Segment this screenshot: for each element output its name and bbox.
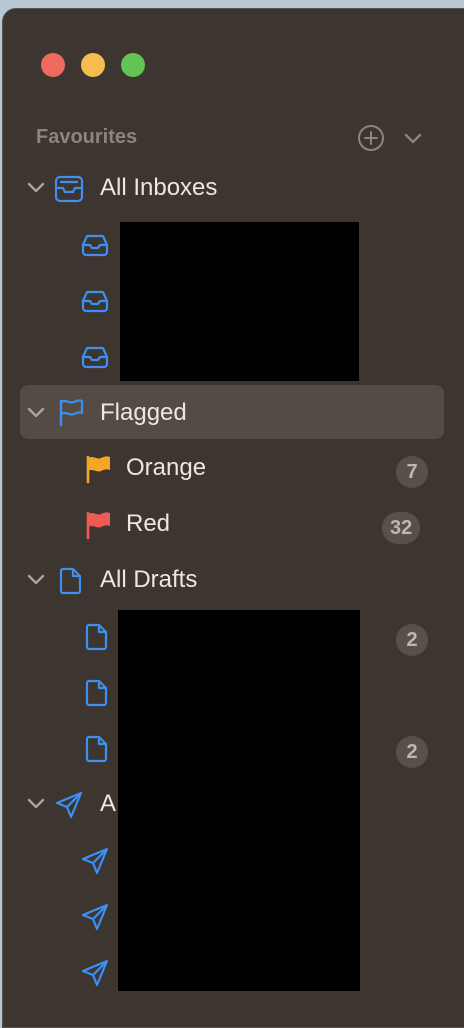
sidebar-item-label: A — [100, 790, 117, 817]
tray-icon — [81, 234, 109, 257]
zoom-window-button[interactable] — [121, 53, 145, 77]
paper-plane-icon — [81, 959, 109, 987]
sidebar-item-orange-flag[interactable]: Orange 7 — [0, 442, 464, 494]
tray-icon — [81, 346, 109, 369]
paper-plane-icon — [81, 847, 109, 875]
tray-icon — [81, 290, 109, 313]
chevron-down-icon[interactable] — [26, 796, 46, 812]
chevron-down-icon[interactable] — [26, 180, 46, 196]
document-icon — [85, 735, 108, 763]
add-favourite-icon[interactable] — [357, 124, 385, 152]
draft-count-badge: 2 — [396, 736, 428, 768]
document-icon — [59, 567, 82, 595]
unread-count-badge: 7 — [396, 456, 428, 488]
tray-icon — [54, 175, 84, 203]
sidebar-item-label: All Drafts — [100, 566, 198, 593]
sidebar-item-flagged[interactable]: Flagged — [0, 385, 464, 439]
draft-count-badge: 2 — [396, 624, 428, 656]
sidebar-item-label: Flagged — [100, 399, 187, 426]
chevron-down-icon[interactable] — [26, 405, 46, 421]
paper-plane-icon — [55, 791, 83, 819]
red-flag-icon — [86, 511, 110, 540]
sidebar-item-all-drafts[interactable]: All Drafts — [0, 554, 464, 606]
sidebar-item-label: All Inboxes — [100, 174, 218, 201]
sidebar-item-label: Orange — [126, 454, 207, 481]
paper-plane-icon — [81, 903, 109, 931]
orange-flag-icon — [86, 455, 110, 484]
collapse-section-chevron-icon[interactable] — [402, 128, 424, 150]
sidebar-item-all-inboxes[interactable]: All Inboxes — [0, 162, 464, 214]
redacted-account-names — [120, 222, 359, 381]
flag-outline-icon — [59, 399, 84, 427]
close-window-button[interactable] — [41, 53, 65, 77]
unread-count-badge: 32 — [382, 512, 421, 544]
minimize-window-button[interactable] — [81, 53, 105, 77]
sidebar-item-red-flag[interactable]: Red 32 — [0, 498, 464, 550]
chevron-down-icon[interactable] — [26, 572, 46, 588]
redacted-account-names — [118, 610, 360, 991]
document-icon — [85, 623, 108, 651]
sidebar-item-label: Red — [126, 510, 171, 537]
favourites-section-title: Favourites — [36, 126, 138, 148]
document-icon — [85, 679, 108, 707]
